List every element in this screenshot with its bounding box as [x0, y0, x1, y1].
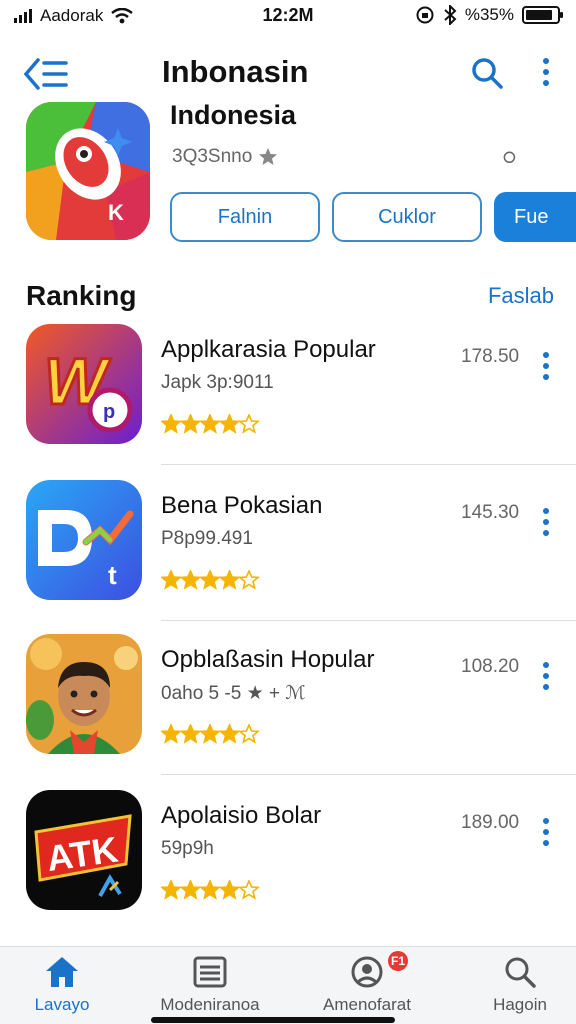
tab-label: Lavayo	[34, 995, 90, 1014]
star-icon	[218, 880, 241, 900]
rating-stars	[161, 414, 261, 434]
tab-label: Hagoin	[493, 995, 547, 1014]
more-vertical-icon[interactable]	[529, 56, 563, 90]
divider	[161, 464, 576, 465]
featured-app-indicator: ⭘	[503, 150, 516, 167]
see-all-link[interactable]: Faslab	[488, 283, 554, 309]
primary-action-button[interactable]: Fue	[494, 192, 576, 242]
star-icon	[198, 570, 222, 590]
app-icon	[26, 634, 142, 754]
star-icon	[218, 570, 241, 590]
app-subtitle: 59p9h	[161, 838, 214, 859]
star-icon	[218, 414, 241, 434]
rating-stars	[161, 570, 261, 590]
notification-badge: F1	[388, 951, 408, 971]
svg-text:t: t	[108, 560, 117, 590]
star-icon	[218, 724, 241, 744]
divider	[161, 620, 576, 621]
star-icon	[161, 880, 183, 900]
tab-home[interactable]: Lavayo	[2, 955, 122, 1015]
home-indicator	[151, 1017, 395, 1023]
star-icon	[198, 880, 222, 900]
app-size: 145.30	[461, 502, 520, 523]
app-subtitle: P8p99.491	[161, 528, 253, 549]
app-subtitle: Japk 3p:9011	[161, 372, 274, 393]
app-name: Opblaßasin Hopular	[161, 646, 375, 673]
app-subtitle: 0aho 5 -5 ★ + ℳ	[161, 683, 306, 704]
search-icon[interactable]	[470, 56, 504, 90]
search-icon	[505, 957, 536, 988]
more-vertical-icon[interactable]	[536, 816, 556, 850]
star-icon	[237, 414, 261, 434]
star-icon	[237, 880, 261, 900]
cuklor-button[interactable]: Cuklor	[332, 192, 482, 242]
battery-icon	[522, 6, 563, 24]
star-icon	[179, 570, 202, 590]
tab-account[interactable]: Amenofarat	[307, 955, 427, 1015]
star-icon	[198, 724, 222, 744]
star-icon	[237, 570, 261, 590]
featured-app-subtitle: Indonesia	[170, 100, 297, 130]
section-title: Ranking	[26, 280, 137, 311]
home-icon	[46, 957, 78, 987]
star-icon	[161, 724, 183, 744]
back-list-icon[interactable]	[20, 54, 72, 94]
app-icon: t	[26, 480, 142, 600]
falnin-button[interactable]: Falnin	[170, 192, 320, 242]
page-title: Inbonasin	[162, 54, 309, 89]
account-icon	[351, 956, 383, 988]
more-vertical-icon[interactable]	[536, 660, 556, 694]
app-size: 189.00	[461, 812, 520, 833]
top-bar: Inbonasin	[0, 44, 576, 104]
app-name: Apolaisio Bolar	[161, 802, 322, 829]
star-icon	[179, 724, 202, 744]
status-bar: Aadorak 12:2M %35%	[0, 0, 576, 34]
star-icon	[161, 570, 183, 590]
list-item[interactable]: W p Applkarasia Popular Japk 3p:9011 178…	[0, 324, 576, 474]
star-icon	[161, 414, 183, 434]
list-item[interactable]: ATK Apolaisio Bolar 59p9h 189.00	[0, 790, 576, 940]
app-name: Applkarasia Popular	[161, 336, 376, 363]
app-icon: ATK	[26, 790, 142, 910]
star-icon	[179, 414, 202, 434]
app-size: 108.20	[461, 656, 520, 677]
more-vertical-icon[interactable]	[536, 350, 556, 384]
star-icon	[237, 724, 261, 744]
star-icon	[179, 880, 202, 900]
rotation-lock-icon	[416, 6, 434, 24]
featured-app-meta: 3Q3Snno	[172, 146, 278, 168]
tab-list[interactable]: Modeniranoa	[150, 955, 270, 1015]
more-vertical-icon[interactable]	[536, 506, 556, 540]
divider	[161, 774, 576, 775]
svg-text:K: K	[108, 200, 124, 225]
app-size: 178.50	[461, 346, 520, 367]
svg-text:p: p	[103, 401, 115, 423]
rating-stars	[161, 880, 261, 900]
featured-app-meta-text: 3Q3Snno	[172, 146, 253, 167]
rating-stars	[161, 724, 261, 744]
tab-search[interactable]: Hagoin	[460, 955, 576, 1015]
list-item[interactable]: Opblaßasin Hopular 0aho 5 -5 ★ + ℳ 108.2…	[0, 634, 576, 784]
star-icon	[198, 414, 222, 434]
app-icon: W p	[26, 324, 142, 444]
tab-label: Modeniranoa	[160, 995, 260, 1014]
list-item[interactable]: t Bena Pokasian P8p99.491 145.30	[0, 480, 576, 630]
star-icon	[259, 148, 278, 165]
bluetooth-icon	[444, 5, 457, 25]
list-icon	[193, 956, 227, 988]
tab-bar: Lavayo Modeniranoa Amenofarat F1 Hagoin	[0, 946, 576, 1024]
app-name: Bena Pokasian	[161, 492, 323, 519]
featured-app-icon[interactable]: K	[26, 102, 150, 240]
battery-percent: %35%	[464, 5, 514, 24]
tab-label: Amenofarat	[323, 995, 411, 1014]
